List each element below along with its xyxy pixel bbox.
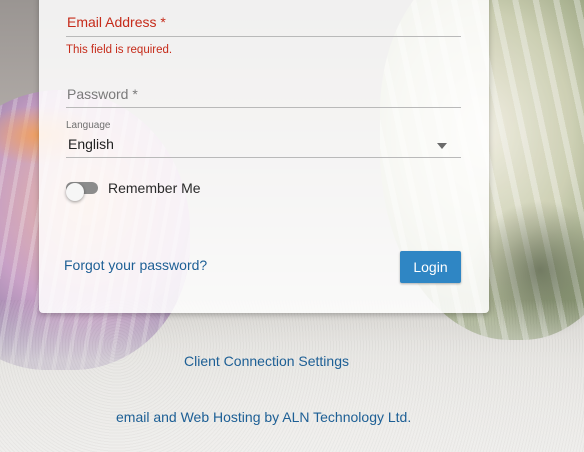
language-selected-value: English xyxy=(68,136,114,152)
remember-me-toggle[interactable] xyxy=(66,182,98,201)
email-label: Email Address * xyxy=(67,14,166,30)
background-sand xyxy=(0,300,584,452)
email-field[interactable]: Email Address * This field is required. xyxy=(66,14,461,64)
login-card: Email Address * This field is required. … xyxy=(39,0,489,313)
password-underline xyxy=(66,107,461,108)
remember-me-toggle-knob[interactable] xyxy=(66,183,84,201)
forgot-password-link[interactable]: Forgot your password? xyxy=(64,257,207,273)
login-button[interactable]: Login xyxy=(400,251,461,283)
password-label: Password * xyxy=(67,86,138,102)
email-underline xyxy=(66,36,461,37)
language-select[interactable]: Language English xyxy=(66,120,461,160)
hosting-credit-link[interactable]: email and Web Hosting by ALN Technology … xyxy=(116,409,411,425)
remember-me-label[interactable]: Remember Me xyxy=(108,180,201,196)
language-label: Language xyxy=(66,120,111,131)
client-connection-settings-link[interactable]: Client Connection Settings xyxy=(184,353,349,369)
chevron-down-icon[interactable] xyxy=(437,143,447,149)
language-underline xyxy=(66,157,461,158)
email-error-message: This field is required. xyxy=(66,44,173,56)
password-field[interactable]: Password * xyxy=(66,84,461,114)
